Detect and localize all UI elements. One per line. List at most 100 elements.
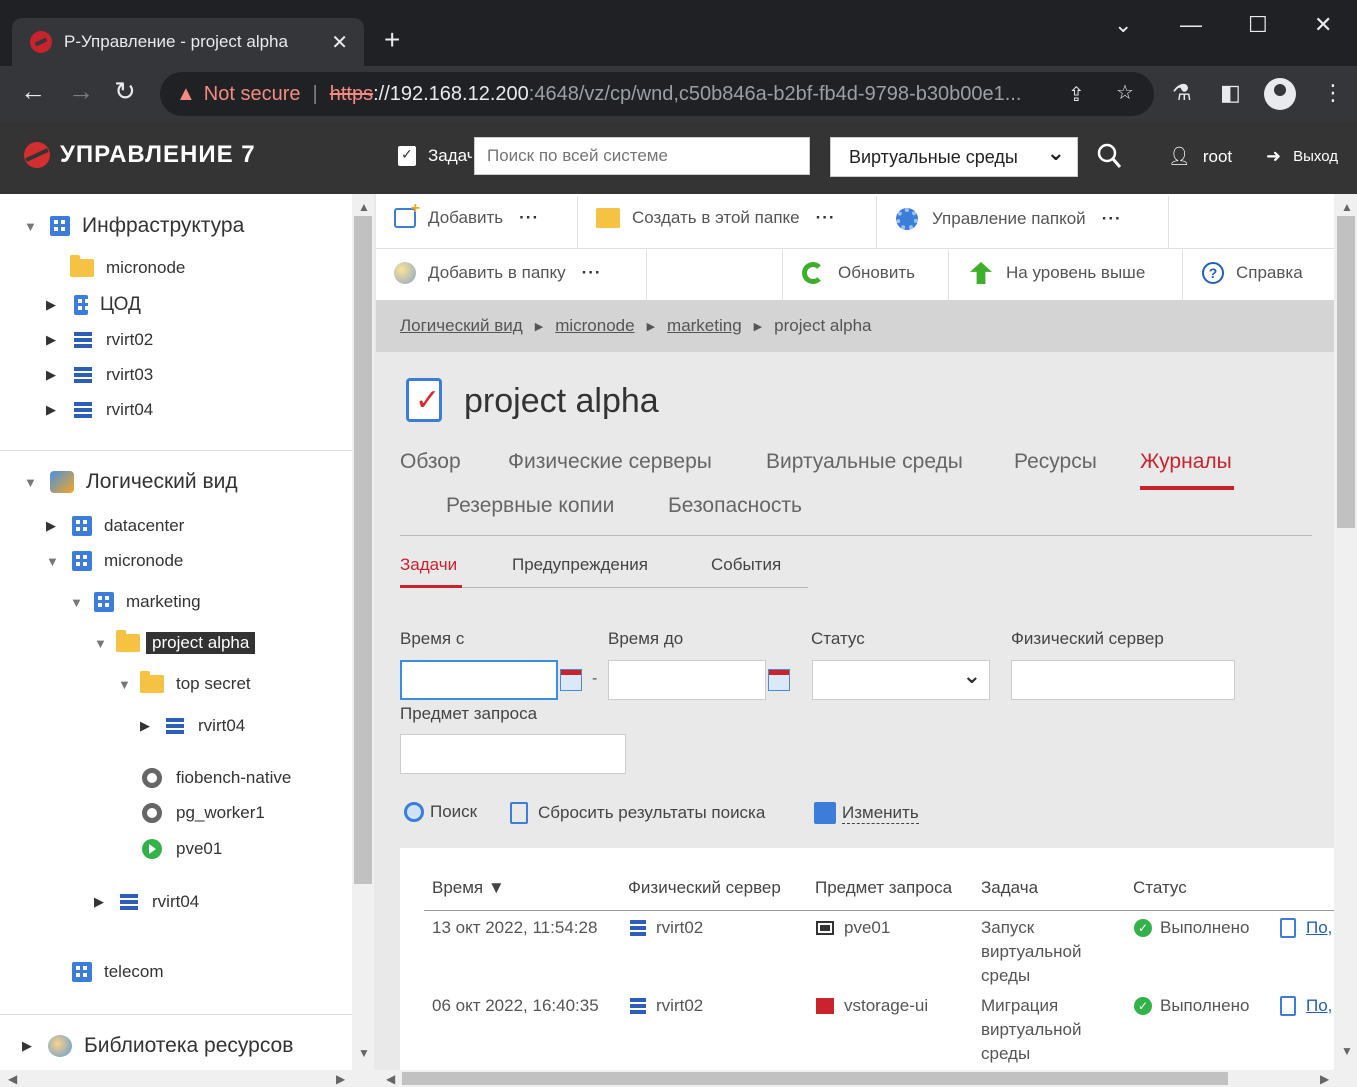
subtab-warnings[interactable]: Предупреждения [512, 555, 648, 575]
subtab-events[interactable]: События [711, 555, 781, 575]
scroll-left-icon[interactable]: ◀ [8, 1072, 17, 1086]
back-icon[interactable]: ← [20, 76, 46, 107]
tree-node-marketing[interactable]: ▼ marketing [70, 592, 201, 612]
scroll-up-icon[interactable]: ▲ [358, 200, 370, 214]
tree-node-pg-worker1[interactable]: pg_worker1 [142, 803, 265, 823]
global-search-input[interactable] [474, 137, 810, 175]
breadcrumb-micronode[interactable]: micronode [555, 316, 634, 336]
tree-node-micronode-infra[interactable]: micronode [70, 255, 185, 278]
column-header-subject[interactable]: Предмет запроса [815, 878, 952, 898]
breadcrumb-logical-view[interactable]: Логический вид [400, 316, 523, 336]
tree-node-rvirt02[interactable]: ▶ rvirt02 [46, 330, 153, 350]
help-button[interactable]: ? Справка [1202, 262, 1303, 284]
tab-physical-servers[interactable]: Физические серверы [508, 450, 712, 474]
tab-resources[interactable]: Ресурсы [1014, 450, 1097, 474]
url-bar[interactable]: ▲ Not secure | https ://192.168.12.200 :… [160, 72, 1154, 116]
collapse-arrow-icon[interactable]: ▼ [118, 677, 140, 692]
search-icon[interactable] [1096, 142, 1122, 170]
tree-node-rvirt04[interactable]: ▶ rvirt04 [46, 400, 153, 420]
close-window-icon[interactable]: ✕ [1314, 12, 1332, 38]
user-menu[interactable]: 👤︎ root [1168, 146, 1232, 167]
scroll-down-icon[interactable]: ▼ [358, 1046, 370, 1060]
column-header-time[interactable]: Время ▼ [432, 878, 505, 898]
tree-node-pve01[interactable]: pve01 [142, 839, 222, 859]
tree-node-rvirt04-project[interactable]: ▶ rvirt04 [94, 892, 199, 912]
expand-arrow-icon[interactable]: ▶ [46, 518, 72, 534]
tree-node-rvirt03[interactable]: ▶ rvirt03 [46, 365, 153, 385]
tree-node-logical-view[interactable]: ▼ Логический вид [24, 470, 238, 494]
edit-columns-button[interactable]: Изменить [814, 802, 919, 824]
new-tab-button[interactable]: + [384, 24, 400, 56]
forward-icon[interactable]: → [68, 76, 94, 107]
collapse-arrow-icon[interactable]: ▼ [46, 554, 72, 569]
cell-subject[interactable]: vstorage-ui [816, 994, 928, 1018]
tree-node-project-alpha[interactable]: ▼ project alpha [94, 630, 256, 654]
tab-search-chevron-icon[interactable]: ⌄ [1114, 12, 1132, 38]
tree-node-resource-library[interactable]: ▶ Библиотека ресурсов [22, 1034, 293, 1058]
logout-button[interactable]: ➜ Выход [1266, 146, 1338, 167]
cell-server[interactable]: rvirt02 [630, 916, 703, 940]
scroll-right-icon[interactable]: ▶ [1320, 1072, 1329, 1086]
column-header-phys-server[interactable]: Физический сервер [628, 878, 781, 898]
tree-node-infrastructure[interactable]: ▼ Инфраструктура [24, 214, 244, 238]
phys-server-input[interactable] [1011, 660, 1235, 700]
more-icon[interactable]: ··· [816, 208, 836, 228]
tab-virtual-environments[interactable]: Виртуальные среды [766, 450, 963, 474]
status-select[interactable] [812, 660, 990, 700]
cell-server[interactable]: rvirt02 [630, 994, 703, 1018]
tree-node-datacenter[interactable]: ▶ datacenter [46, 516, 184, 536]
minimize-icon[interactable]: — [1180, 12, 1202, 38]
add-to-folder-button[interactable]: Добавить в папку ··· [394, 262, 602, 284]
breadcrumb-marketing[interactable]: marketing [667, 316, 742, 336]
search-button[interactable]: Поиск [404, 802, 477, 822]
expand-arrow-icon[interactable]: ▶ [140, 718, 166, 734]
app-logo[interactable]: УПРАВЛЕНИЕ 7 [22, 140, 256, 170]
expand-arrow-icon[interactable]: ▶ [22, 1038, 48, 1054]
tree-node-rvirt04-secret[interactable]: ▶ rvirt04 [140, 716, 245, 736]
horizontal-scroll-thumb[interactable] [402, 1072, 1228, 1085]
browser-menu-icon[interactable]: ⋮ [1322, 80, 1344, 106]
reset-search-button[interactable]: Сбросить результаты поиска [510, 802, 765, 824]
scroll-down-icon[interactable]: ▼ [1341, 1044, 1353, 1058]
more-icon[interactable]: ··· [1102, 209, 1122, 229]
cell-details[interactable]: По, [1280, 994, 1334, 1018]
time-from-input[interactable] [400, 660, 558, 700]
scroll-left-icon[interactable]: ◀ [386, 1072, 395, 1086]
collapse-arrow-icon[interactable]: ▼ [24, 475, 50, 490]
column-header-task[interactable]: Задача [981, 878, 1038, 898]
expand-arrow-icon[interactable]: ▶ [46, 332, 74, 348]
scroll-right-icon[interactable]: ▶ [336, 1072, 345, 1086]
tab-logs[interactable]: Журналы [1140, 450, 1232, 474]
tree-node-fiobench-native[interactable]: fiobench-native [142, 768, 291, 788]
maximize-icon[interactable]: ☐ [1248, 12, 1268, 38]
tab-overview[interactable]: Обзор [400, 450, 461, 474]
manage-folder-button[interactable]: Управление папкой ··· [896, 208, 1122, 230]
profile-avatar-icon[interactable] [1264, 78, 1296, 110]
collapse-arrow-icon[interactable]: ▼ [70, 595, 94, 610]
search-scope-select[interactable]: Виртуальные среды [830, 137, 1078, 177]
more-icon[interactable]: ··· [582, 263, 602, 283]
expand-arrow-icon[interactable]: ▶ [94, 894, 120, 910]
expand-arrow-icon[interactable]: ▶ [46, 367, 74, 383]
details-link[interactable]: По, [1306, 916, 1332, 940]
cell-details[interactable]: По, [1280, 916, 1334, 940]
level-up-button[interactable]: На уровень выше [970, 262, 1145, 284]
subtab-tasks[interactable]: Задачи [400, 555, 457, 575]
sidebar-scroll-thumb[interactable] [354, 216, 372, 884]
create-in-folder-button[interactable]: Создать в этой папке ··· [596, 208, 836, 228]
collapse-arrow-icon[interactable]: ▼ [24, 219, 50, 234]
tab-close-icon[interactable]: ✕ [331, 30, 348, 55]
reload-icon[interactable]: ↻ [114, 76, 136, 107]
add-button[interactable]: Добавить ··· [394, 200, 539, 228]
bookmark-star-icon[interactable]: ☆ [1116, 80, 1134, 105]
tasks-button[interactable]: Задачи [398, 146, 472, 166]
column-header-status[interactable]: Статус [1133, 878, 1187, 898]
share-icon[interactable]: ⇪ [1068, 82, 1085, 107]
tree-node-cod[interactable]: ▶ ЦОД [46, 294, 141, 316]
calendar-icon[interactable] [768, 669, 790, 691]
expand-arrow-icon[interactable]: ▶ [46, 297, 74, 313]
time-to-input[interactable] [608, 660, 766, 700]
tab-security[interactable]: Безопасность [668, 494, 802, 518]
collapse-arrow-icon[interactable]: ▼ [94, 636, 116, 651]
calendar-icon[interactable] [560, 669, 582, 691]
